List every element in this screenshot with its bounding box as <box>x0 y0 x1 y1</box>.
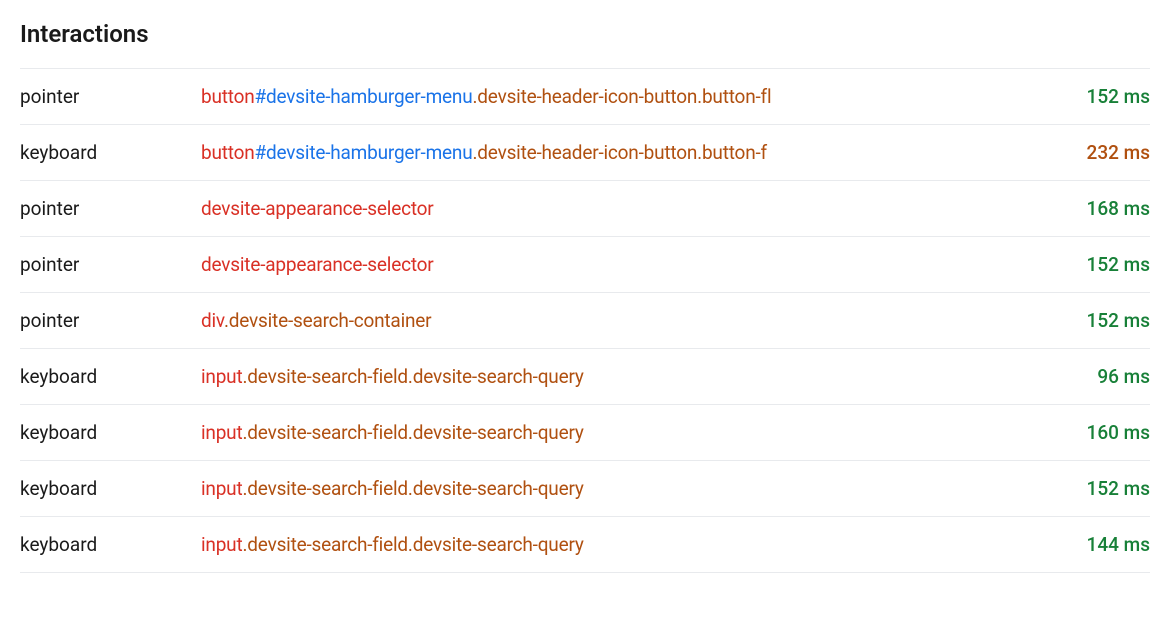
interaction-type: keyboard <box>20 365 185 388</box>
selector-class: .devsite-header-icon-button <box>472 141 697 164</box>
selector-class: .devsite-search-field <box>242 421 407 444</box>
selector-tag: devsite-appearance-selector <box>201 197 434 220</box>
interaction-type: keyboard <box>20 477 185 500</box>
interaction-duration: 152 ms <box>1040 477 1150 500</box>
interaction-row[interactable]: keyboard input.devsite-search-field.devsi… <box>20 516 1150 573</box>
selector-tag: input <box>201 421 242 444</box>
selector-class: .devsite-search-container <box>224 309 431 332</box>
selector-tag: button <box>201 141 255 164</box>
interaction-selector: button#devsite-hamburger-menu.devsite-he… <box>201 141 1024 164</box>
interaction-duration: 152 ms <box>1040 309 1150 332</box>
interaction-row[interactable]: keyboard input.devsite-search-field.devsi… <box>20 404 1150 460</box>
selector-tag: input <box>201 533 242 556</box>
interaction-selector: devsite-appearance-selector <box>201 197 1024 220</box>
selector-class: .devsite-search-field <box>242 533 407 556</box>
interaction-type: keyboard <box>20 533 185 556</box>
interaction-type: keyboard <box>20 421 185 444</box>
selector-id: #devsite-hamburger-menu <box>255 141 473 164</box>
interactions-list: pointerbutton#devsite-hamburger-menu.dev… <box>20 68 1150 573</box>
interaction-row[interactable]: pointer devsite-appearance-selector 168 ms <box>20 180 1150 236</box>
interaction-row[interactable]: pointer devsite-appearance-selector 152 ms <box>20 236 1150 292</box>
interaction-duration: 160 ms <box>1040 421 1150 444</box>
interaction-selector: devsite-appearance-selector <box>201 253 1024 276</box>
selector-class: .devsite-search-field <box>242 477 407 500</box>
selector-tag: div <box>201 309 224 332</box>
interaction-duration: 232 ms <box>1040 141 1150 164</box>
interaction-row[interactable]: keyboard button#devsite-hamburger-menu.de… <box>20 124 1150 180</box>
interaction-duration: 168 ms <box>1040 197 1150 220</box>
interaction-duration: 144 ms <box>1040 533 1150 556</box>
interaction-duration: 96 ms <box>1040 365 1150 388</box>
selector-class: .devsite-search-query <box>408 533 584 556</box>
interaction-selector: input.devsite-search-field.devsite-searc… <box>201 533 1024 556</box>
interaction-type: keyboard <box>20 141 185 164</box>
selector-class: .devsite-search-query <box>408 421 584 444</box>
selector-class: .devsite-header-icon-button <box>472 85 697 108</box>
selector-class: .devsite-search-query <box>408 365 584 388</box>
interaction-type: pointer <box>20 309 185 332</box>
selector-class: .devsite-search-field <box>242 365 407 388</box>
selector-class: .devsite-search-query <box>408 477 584 500</box>
interaction-duration: 152 ms <box>1040 85 1150 108</box>
selector-tag: devsite-appearance-selector <box>201 253 434 276</box>
interactions-panel: Interactions pointerbutton#devsite-hambu… <box>20 20 1150 573</box>
interaction-selector: button#devsite-hamburger-menu.devsite-he… <box>201 85 1024 108</box>
interaction-selector: div.devsite-search-container <box>201 309 1024 332</box>
selector-tag: input <box>201 477 242 500</box>
interaction-row[interactable]: pointer div.devsite-search-container 152 m… <box>20 292 1150 348</box>
interaction-row[interactable]: keyboard input.devsite-search-field.devsi… <box>20 460 1150 516</box>
interaction-selector: input.devsite-search-field.devsite-searc… <box>201 477 1024 500</box>
selector-class: .button-f <box>697 141 767 164</box>
panel-title: Interactions <box>20 20 1150 48</box>
interaction-type: pointer <box>20 197 185 220</box>
selector-id: #devsite-hamburger-menu <box>255 85 473 108</box>
selector-tag: button <box>201 85 255 108</box>
interaction-selector: input.devsite-search-field.devsite-searc… <box>201 365 1024 388</box>
interaction-row[interactable]: pointer button#devsite-hamburger-menu.dev… <box>20 68 1150 124</box>
interaction-row[interactable]: keyboard input.devsite-search-field.devsi… <box>20 348 1150 404</box>
interaction-duration: 152 ms <box>1040 253 1150 276</box>
selector-tag: input <box>201 365 242 388</box>
interaction-type: pointer <box>20 85 185 108</box>
interaction-selector: input.devsite-search-field.devsite-searc… <box>201 421 1024 444</box>
interaction-type: pointer <box>20 253 185 276</box>
selector-class: .button-fl <box>697 85 771 108</box>
